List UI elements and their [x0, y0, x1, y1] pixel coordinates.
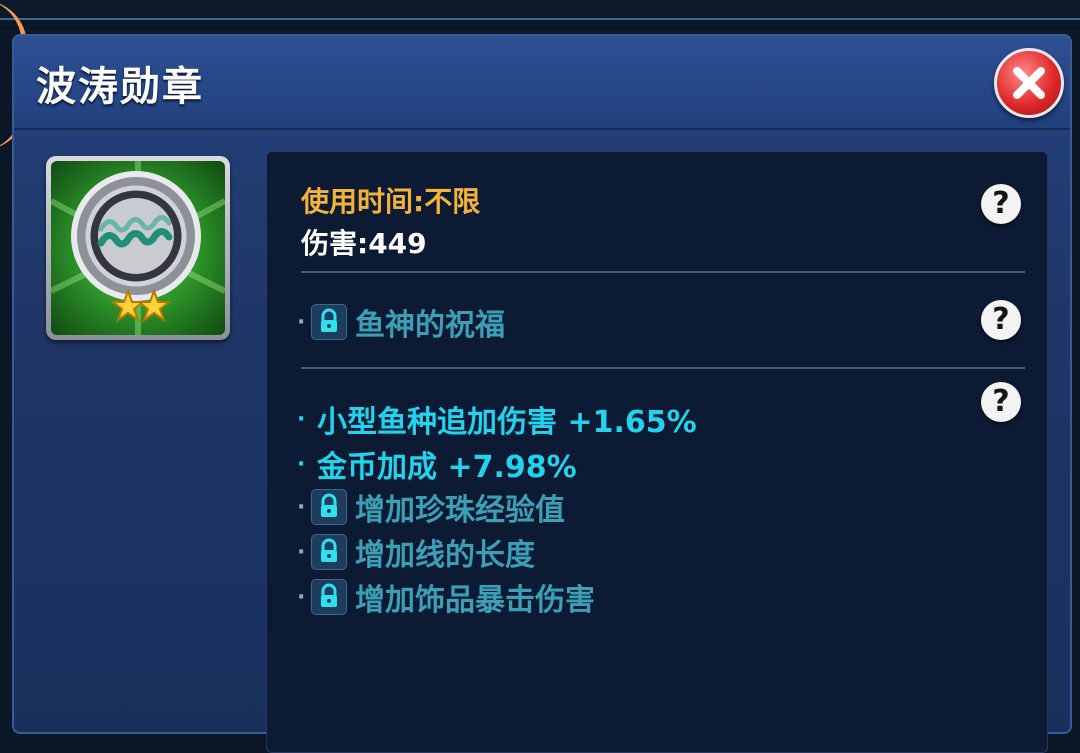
title-bar: 波涛勋章	[14, 36, 1070, 130]
stat-label: 金币加成 +7.98%	[317, 450, 577, 485]
medal-icon-frame[interactable]	[46, 156, 230, 340]
use-time: 使用时间:不限	[301, 185, 481, 218]
wave-medal-icon	[51, 161, 225, 335]
stat-label: 增加珍珠经验值	[355, 493, 565, 528]
star-icon	[137, 289, 171, 323]
bullet: ·	[297, 539, 306, 565]
divider	[301, 271, 1025, 273]
bullet: ·	[297, 309, 306, 335]
stat-row-locked: · 增加饰品暴击伤害	[297, 575, 595, 619]
stat-row-locked: · 增加线的长度	[297, 530, 535, 574]
lock-icon	[311, 304, 347, 340]
lock-icon	[311, 489, 347, 525]
lock-icon	[311, 534, 347, 570]
bullet: ·	[297, 584, 306, 610]
help-icon[interactable]: ?	[981, 184, 1021, 224]
help-icon[interactable]: ?	[981, 300, 1021, 340]
damage-value: 伤害:449	[301, 227, 427, 260]
bullet: ·	[297, 451, 306, 477]
skill-row: · 鱼神的祝福	[297, 300, 505, 344]
stat-label: 增加饰品暴击伤害	[355, 583, 595, 618]
help-icon[interactable]: ?	[981, 382, 1021, 422]
stat-row-active: · 小型鱼种追加伤害 +1.65%	[297, 397, 697, 441]
dialog-title: 波涛勋章	[36, 64, 204, 110]
bullet: ·	[297, 406, 306, 432]
close-button[interactable]	[994, 48, 1064, 118]
stat-label: 小型鱼种追加伤害 +1.65%	[317, 405, 697, 440]
stat-row-active: · 金币加成 +7.98%	[297, 442, 577, 486]
divider	[301, 367, 1025, 369]
medal-dialog: 波涛勋章 使用时间:不限 伤害:449 ? · 鱼神的祝福 ? ? · 小型鱼种…	[12, 34, 1072, 753]
lock-icon	[311, 579, 347, 615]
bullet: ·	[297, 494, 306, 520]
top-strip	[0, 0, 1080, 30]
skill-name: 鱼神的祝福	[355, 308, 505, 343]
stat-row-locked: · 增加珍珠经验值	[297, 485, 565, 529]
close-icon	[1013, 67, 1045, 99]
stat-label: 增加线的长度	[355, 538, 535, 573]
info-panel: 使用时间:不限 伤害:449 ? · 鱼神的祝福 ? ? · 小型鱼种追加伤害 …	[266, 151, 1048, 753]
